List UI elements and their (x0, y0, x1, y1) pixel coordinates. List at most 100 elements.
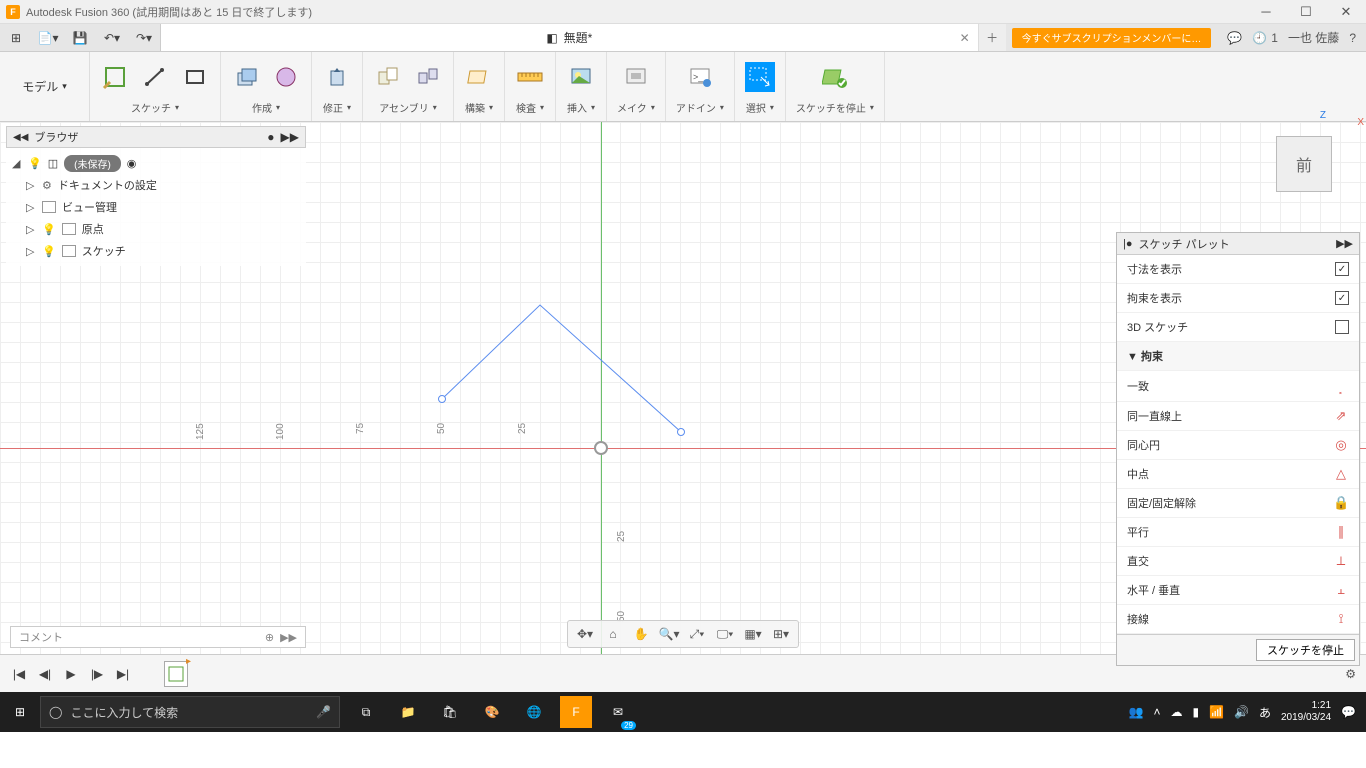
clock[interactable]: 1:21 2019/03/24 (1281, 700, 1331, 724)
measure-icon[interactable] (515, 62, 545, 92)
browser-expand-icon[interactable]: ▶▶ (281, 130, 299, 144)
joint-icon[interactable] (413, 62, 443, 92)
redo-button[interactable]: ↷▾ (130, 26, 158, 50)
wifi-icon[interactable]: 📶 (1209, 705, 1224, 719)
collapse-icon[interactable]: ◀◀ (13, 132, 28, 143)
tray-chevron-icon[interactable]: ˄ (1153, 705, 1160, 719)
job-status-button[interactable]: 🕘 1 (1252, 31, 1278, 45)
mic-icon[interactable]: 🎤 (316, 705, 331, 719)
constraint-tangent[interactable]: 接線⟟ (1117, 605, 1359, 634)
add-comment-button[interactable]: ⊕ (265, 631, 274, 644)
sketch-endpoint[interactable] (438, 395, 446, 403)
grid-settings-icon[interactable]: ▦▾ (742, 624, 764, 644)
tree-item-origin[interactable]: ▷ 💡 原点 (6, 218, 306, 240)
insert-icon[interactable] (566, 62, 596, 92)
timeline-marker-icon[interactable]: ▸ (186, 656, 191, 667)
ribbon-label-inspect[interactable]: 検査 (516, 98, 544, 117)
taskbar-search[interactable]: ◯ ここに入力して検索 🎤 (40, 696, 340, 728)
revolve-icon[interactable] (271, 62, 301, 92)
constraint-fix[interactable]: 固定/固定解除🔒 (1117, 489, 1359, 518)
timeline-settings-button[interactable]: ⚙ (1345, 667, 1356, 681)
constraint-horizontal-vertical[interactable]: 水平 / 垂直⫠ (1117, 576, 1359, 605)
undo-button[interactable]: ↶▾ (98, 26, 126, 50)
task-view-icon[interactable]: ⧉ (346, 692, 386, 732)
pan-tool-icon[interactable]: ✋ (630, 624, 652, 644)
ribbon-label-addins[interactable]: アドイン (676, 98, 724, 117)
line-tool-icon[interactable] (140, 62, 170, 92)
ribbon-label-construct[interactable]: 構築 (465, 98, 493, 117)
ribbon-label-select[interactable]: 選択 (746, 98, 774, 117)
select-tool-icon[interactable] (745, 62, 775, 92)
constraint-midpoint[interactable]: 中点△ (1117, 460, 1359, 489)
constraint-collinear[interactable]: 同一直線上⇗ (1117, 402, 1359, 431)
palette-row-show-dim[interactable]: 寸法を表示 (1117, 255, 1359, 284)
tree-item-doc-settings[interactable]: ▷ ⚙ ドキュメントの設定 (6, 174, 306, 196)
minimize-button[interactable]: ─ (1256, 2, 1276, 22)
maximize-button[interactable]: ☐ (1296, 2, 1316, 22)
battery-icon[interactable]: ▮ (1192, 705, 1199, 719)
triangle-icon[interactable]: ▷ (26, 201, 36, 214)
stop-sketch-icon[interactable] (820, 62, 850, 92)
notifications-icon[interactable]: 💬 (1341, 705, 1356, 719)
constraint-parallel[interactable]: 平行∥ (1117, 518, 1359, 547)
viewcube[interactable]: 前 (1276, 136, 1332, 192)
file-menu-button[interactable]: 📄▾ (34, 26, 62, 50)
file-explorer-icon[interactable]: 📁 (388, 692, 428, 732)
palette-section-constraint[interactable]: ▼ 拘束 (1117, 342, 1359, 371)
checkbox-show-constraints[interactable] (1335, 291, 1349, 305)
ribbon-label-create[interactable]: 作成 (252, 98, 280, 117)
ribbon-label-make[interactable]: メイク (617, 98, 655, 117)
ribbon-label-sketch[interactable]: スケッチ (131, 98, 179, 117)
viewport-icon[interactable]: ⊞▾ (770, 624, 792, 644)
rectangle-tool-icon[interactable] (180, 62, 210, 92)
bulb-icon[interactable]: 💡 (42, 245, 56, 258)
palette-row-show-constraints[interactable]: 拘束を表示 (1117, 284, 1359, 313)
subscription-banner[interactable]: 今すぐサブスクリプションメンバーに… (1012, 28, 1212, 48)
bulb-icon[interactable]: 💡 (28, 157, 42, 170)
ribbon-label-insert[interactable]: 挿入 (567, 98, 595, 117)
volume-icon[interactable]: 🔊 (1234, 705, 1249, 719)
timeline-play-button[interactable]: ▶ (62, 665, 80, 683)
triangle-icon[interactable]: ◢ (12, 157, 22, 170)
timeline-start-button[interactable]: |◀ (10, 665, 28, 683)
start-button[interactable]: ⊞ (0, 692, 40, 732)
tree-item-view-mgmt[interactable]: ▷ ビュー管理 (6, 196, 306, 218)
people-icon[interactable]: 👥 (1128, 705, 1143, 719)
comment-expand-icon[interactable]: ▶▶ (280, 631, 297, 644)
palette-row-3d-sketch[interactable]: 3D スケッチ (1117, 313, 1359, 342)
addins-icon[interactable]: >_ (685, 62, 715, 92)
fusion-taskbar-icon[interactable]: F (560, 696, 592, 728)
workspace-switcher[interactable]: モデル▾ (0, 52, 90, 121)
close-button[interactable]: ✕ (1336, 2, 1356, 22)
bulb-icon[interactable]: 💡 (42, 223, 56, 236)
create-sketch-icon[interactable] (100, 62, 130, 92)
ribbon-label-modify[interactable]: 修正 (323, 98, 351, 117)
timeline-step-fwd-button[interactable]: |▶ (88, 665, 106, 683)
display-style-icon[interactable]: 🖵▾ (714, 624, 736, 644)
triangle-icon[interactable]: ▷ (26, 245, 36, 258)
tree-root[interactable]: ◢ 💡 ◫ (未保存) ◉ (6, 152, 306, 174)
browser-header[interactable]: ◀◀ ブラウザ ● ▶▶ (6, 126, 306, 148)
stop-sketch-button[interactable]: スケッチを停止 (1256, 639, 1355, 661)
palette-header[interactable]: |● スケッチ パレット ▶▶ (1117, 233, 1359, 255)
comment-bar[interactable]: コメント ⊕ ▶▶ (10, 626, 306, 648)
timeline-end-button[interactable]: ▶| (114, 665, 132, 683)
help-button[interactable]: ? (1349, 31, 1356, 45)
sketch-endpoint[interactable] (677, 428, 685, 436)
fit-tool-icon[interactable]: ⤢▾ (686, 624, 708, 644)
make-icon[interactable] (621, 62, 651, 92)
new-component-icon[interactable] (373, 62, 403, 92)
browser-pin-icon[interactable]: ● (267, 130, 274, 144)
look-at-icon[interactable]: ⌂ (602, 624, 624, 644)
constraint-coincident[interactable]: 一致⸼ (1117, 371, 1359, 402)
orbit-tool-icon[interactable]: ✥▾ (574, 624, 596, 644)
new-document-button[interactable]: ＋ (978, 24, 1006, 51)
expand-icon[interactable]: ▶▶ (1336, 237, 1353, 250)
constraint-concentric[interactable]: 同心円◎ (1117, 431, 1359, 460)
radio-icon[interactable]: ◉ (127, 157, 137, 170)
paint-icon[interactable]: 🎨 (472, 692, 512, 732)
triangle-icon[interactable]: ▷ (26, 223, 36, 236)
user-menu[interactable]: 一也 佐藤 (1288, 29, 1339, 46)
ribbon-label-assembly[interactable]: アセンブリ (379, 98, 437, 117)
press-pull-icon[interactable] (322, 62, 352, 92)
